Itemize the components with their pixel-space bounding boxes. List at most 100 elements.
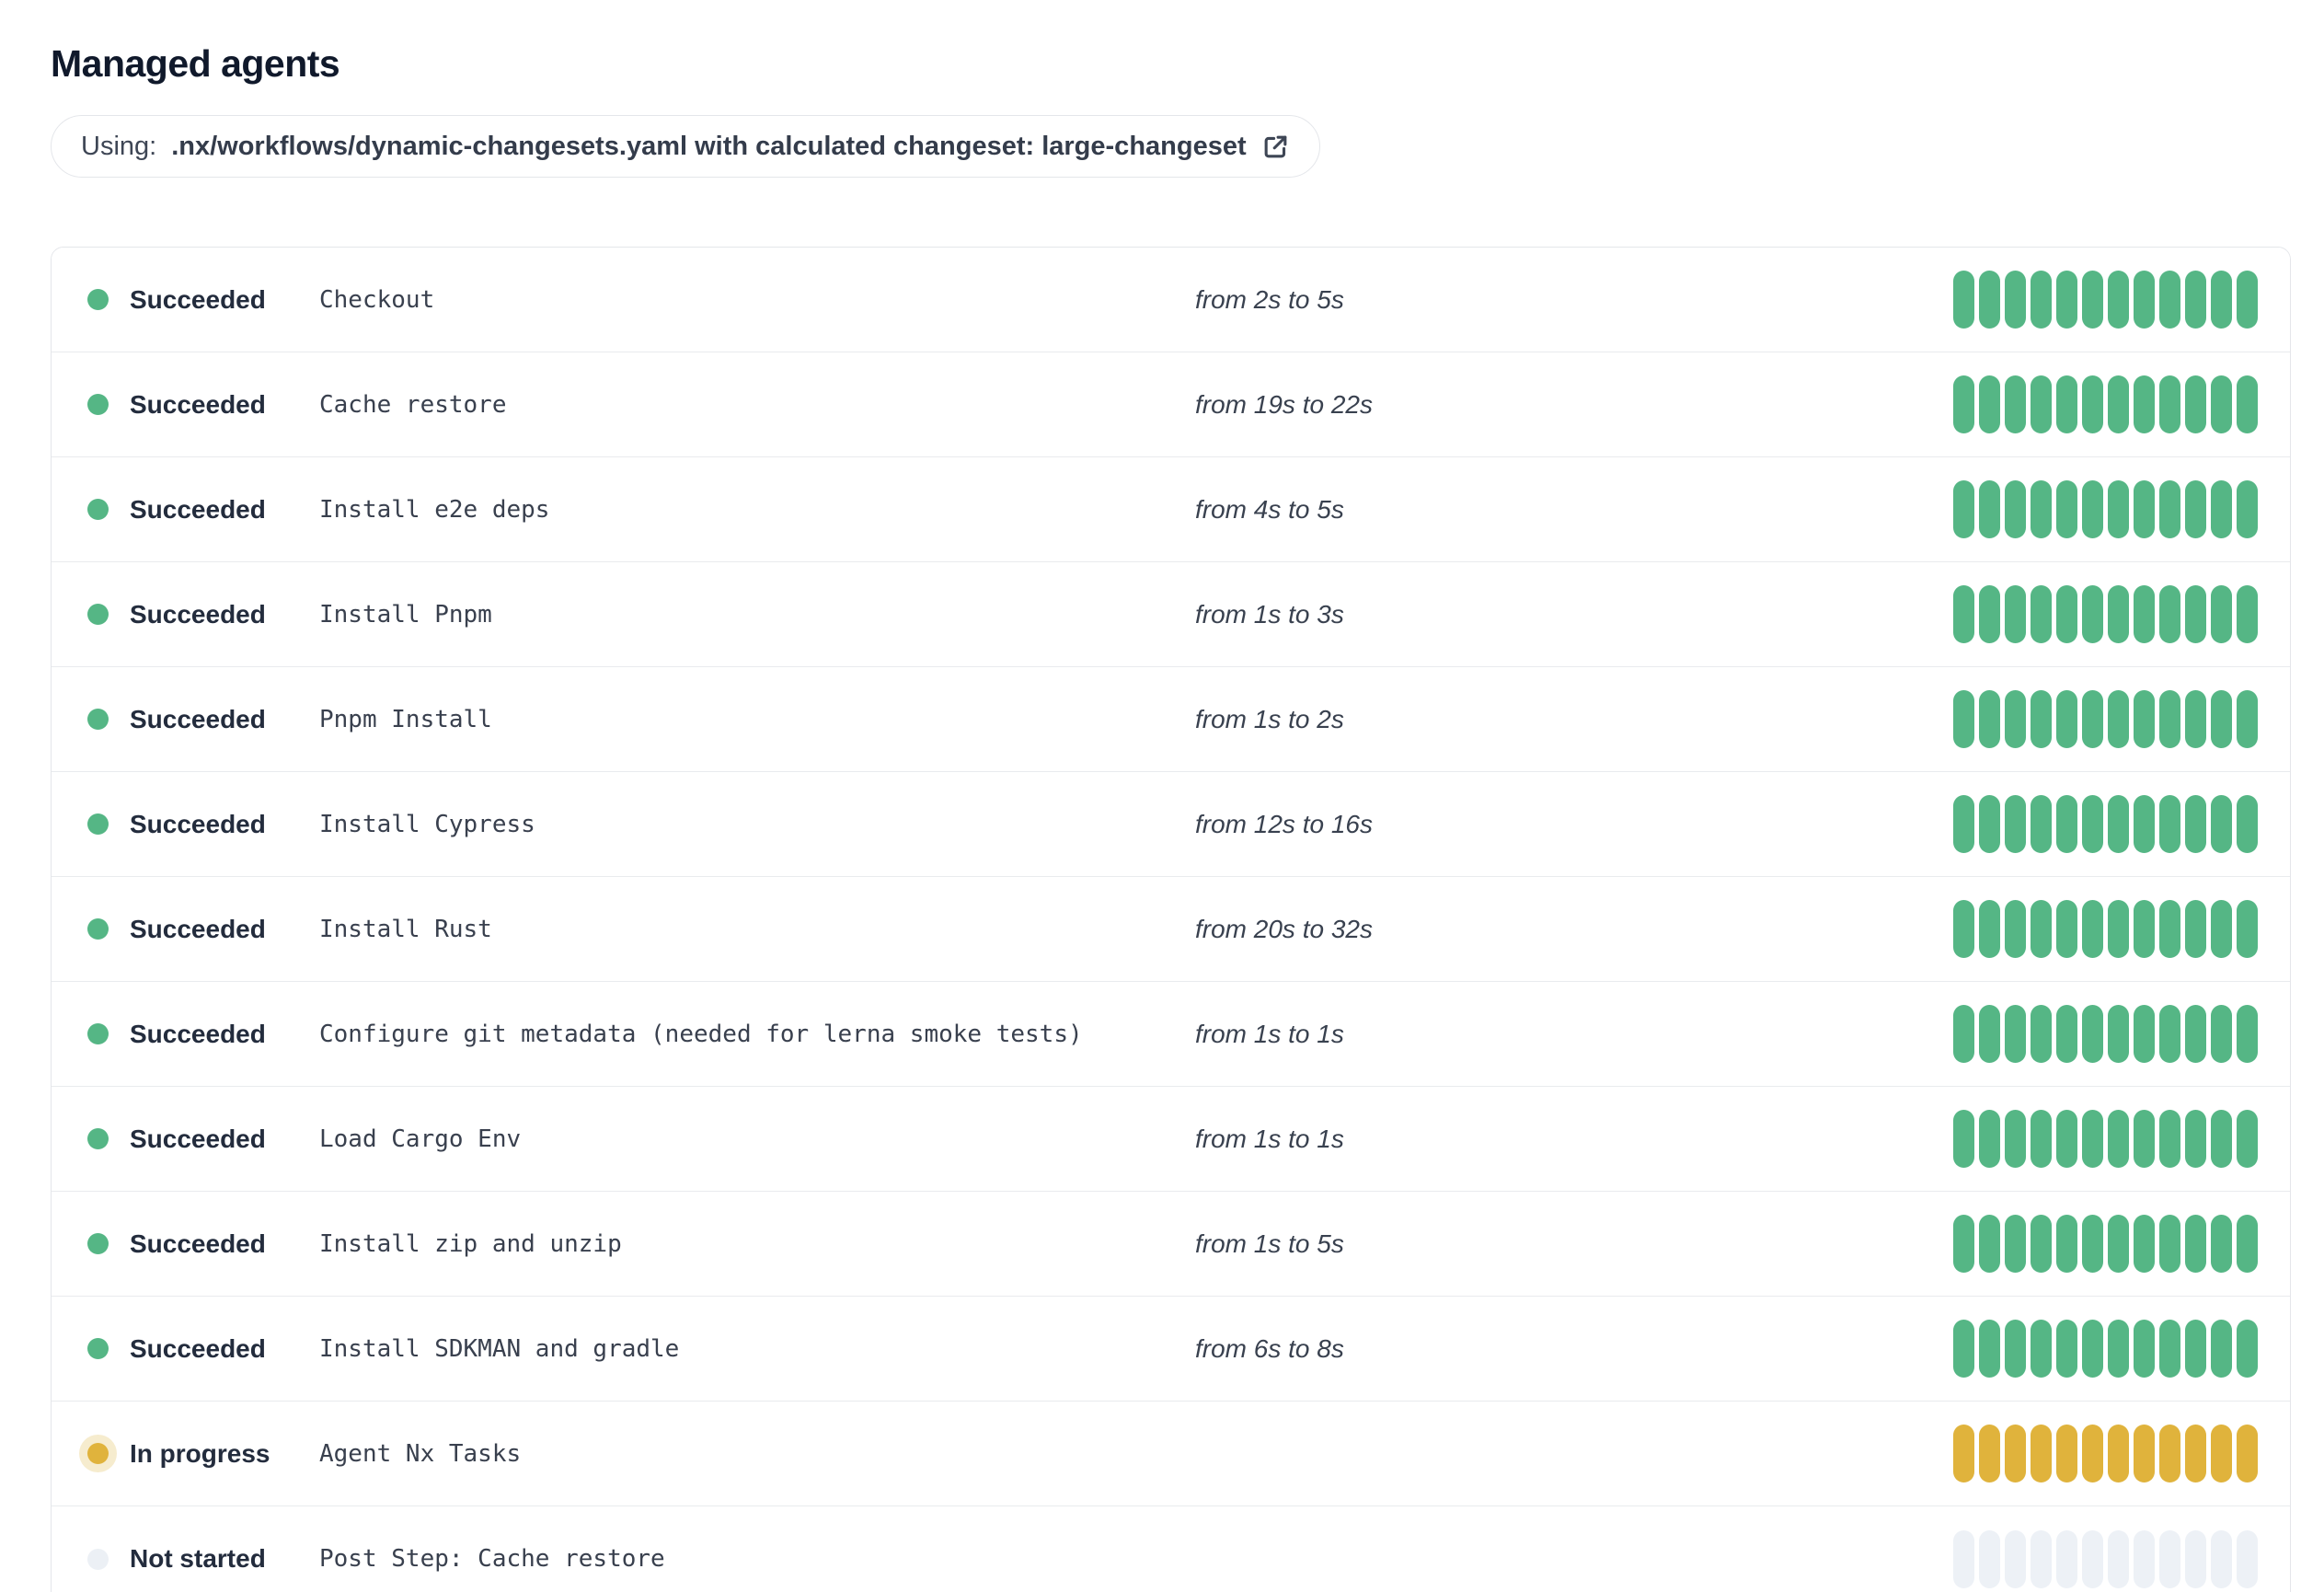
progress-segment <box>2082 690 2103 748</box>
progress-segment <box>2108 690 2129 748</box>
agent-row[interactable]: Not started Post Step: Cache restore <box>52 1506 2290 1592</box>
progress-bar <box>1953 1005 2258 1063</box>
progress-segment <box>1979 480 2000 538</box>
status-dot <box>87 1233 109 1254</box>
progress-segment <box>2108 375 2129 433</box>
progress-segment <box>2159 690 2180 748</box>
agent-row[interactable]: In progress Agent Nx Tasks <box>52 1402 2290 1506</box>
progress-segment <box>2134 1110 2155 1168</box>
step-duration: from 1s to 3s <box>1195 599 1344 629</box>
progress-segment <box>2082 1529 2103 1588</box>
progress-segment <box>2082 375 2103 433</box>
step-duration: from 1s to 2s <box>1195 704 1344 733</box>
step-name: Checkout <box>319 285 435 314</box>
progress-segment <box>2237 271 2258 329</box>
progress-segment <box>2005 900 2026 958</box>
progress-segment <box>2005 795 2026 853</box>
agent-row[interactable]: Succeeded Install e2e deps from 4s to 5s <box>52 457 2290 562</box>
status-dot <box>87 1548 109 1570</box>
agent-row[interactable]: Succeeded Install Cypress from 12s to 16… <box>52 772 2290 877</box>
agent-row[interactable]: Succeeded Checkout from 2s to 5s <box>52 248 2290 352</box>
step-duration: from 1s to 1s <box>1195 1124 1344 1153</box>
progress-segment <box>2108 900 2129 958</box>
status-dot <box>87 918 109 940</box>
progress-segment <box>1953 375 1974 433</box>
progress-segment <box>1979 1215 2000 1273</box>
progress-segment <box>2134 900 2155 958</box>
progress-segment <box>2056 1215 2077 1273</box>
progress-segment <box>2005 480 2026 538</box>
progress-segment <box>2211 900 2232 958</box>
agent-row[interactable]: Succeeded Install zip and unzip from 1s … <box>52 1192 2290 1297</box>
progress-segment <box>2031 1110 2052 1168</box>
step-duration: from 4s to 5s <box>1195 494 1344 524</box>
progress-segment <box>1979 795 2000 853</box>
progress-segment <box>2005 1110 2026 1168</box>
progress-segment <box>2134 1320 2155 1378</box>
agent-row[interactable]: Succeeded Install Pnpm from 1s to 3s <box>52 562 2290 667</box>
progress-segment <box>2031 271 2052 329</box>
progress-bar <box>1953 375 2258 433</box>
progress-segment <box>2031 1005 2052 1063</box>
progress-segment <box>2082 480 2103 538</box>
status-dot <box>87 1023 109 1044</box>
progress-segment <box>2108 1425 2129 1482</box>
progress-segment <box>2108 1529 2129 1588</box>
progress-bar <box>1953 1529 2258 1588</box>
progress-segment <box>2056 1320 2077 1378</box>
progress-segment <box>2005 1005 2026 1063</box>
progress-segment <box>1953 1425 1974 1482</box>
status-dot <box>87 604 109 625</box>
status-label: Succeeded <box>130 599 266 629</box>
step-name: Install SDKMAN and gradle <box>319 1334 680 1363</box>
progress-segment <box>2159 1005 2180 1063</box>
agent-row[interactable]: Succeeded Install SDKMAN and gradle from… <box>52 1297 2290 1402</box>
progress-segment <box>2082 1110 2103 1168</box>
progress-segment <box>2237 480 2258 538</box>
progress-segment <box>2134 375 2155 433</box>
progress-segment <box>2005 271 2026 329</box>
step-duration: from 1s to 5s <box>1195 1229 1344 1258</box>
progress-segment <box>2108 585 2129 643</box>
progress-segment <box>1979 1425 2000 1482</box>
progress-segment <box>2134 1215 2155 1273</box>
status-dot <box>87 1338 109 1359</box>
progress-bar <box>1953 271 2258 329</box>
agent-row[interactable]: Succeeded Cache restore from 19s to 22s <box>52 352 2290 457</box>
progress-segment <box>2185 1425 2206 1482</box>
progress-segment <box>1953 900 1974 958</box>
progress-segment <box>2056 1110 2077 1168</box>
progress-segment <box>2031 1529 2052 1588</box>
agent-row[interactable]: Succeeded Install Rust from 20s to 32s <box>52 877 2290 982</box>
progress-segment <box>2108 271 2129 329</box>
status-label: Not started <box>130 1544 266 1573</box>
progress-segment <box>2185 375 2206 433</box>
progress-segment <box>2237 795 2258 853</box>
progress-segment <box>2134 585 2155 643</box>
progress-segment <box>2237 1005 2258 1063</box>
agent-row[interactable]: Succeeded Load Cargo Env from 1s to 1s <box>52 1087 2290 1192</box>
step-name: Install Pnpm <box>319 600 492 629</box>
progress-bar <box>1953 1215 2258 1273</box>
agent-row[interactable]: Succeeded Configure git metadata (needed… <box>52 982 2290 1087</box>
progress-segment <box>2056 271 2077 329</box>
progress-segment <box>1979 1529 2000 1588</box>
progress-segment <box>2185 271 2206 329</box>
progress-segment <box>2005 1425 2026 1482</box>
progress-segment <box>2134 271 2155 329</box>
agent-row[interactable]: Succeeded Pnpm Install from 1s to 2s <box>52 667 2290 772</box>
progress-segment <box>1953 1529 1974 1588</box>
progress-segment <box>2237 1320 2258 1378</box>
progress-segment <box>1953 690 1974 748</box>
step-name: Install e2e deps <box>319 495 550 524</box>
workflow-banner[interactable]: Using: .nx/workflows/dynamic-changesets.… <box>51 115 1320 178</box>
status-label: Succeeded <box>130 284 266 314</box>
progress-segment <box>1953 1215 1974 1273</box>
step-name: Install Rust <box>319 915 492 943</box>
status-label: Succeeded <box>130 389 266 419</box>
status-dot <box>87 499 109 520</box>
progress-segment <box>2056 1005 2077 1063</box>
progress-bar <box>1953 1110 2258 1168</box>
progress-segment <box>2108 480 2129 538</box>
progress-segment <box>2185 690 2206 748</box>
